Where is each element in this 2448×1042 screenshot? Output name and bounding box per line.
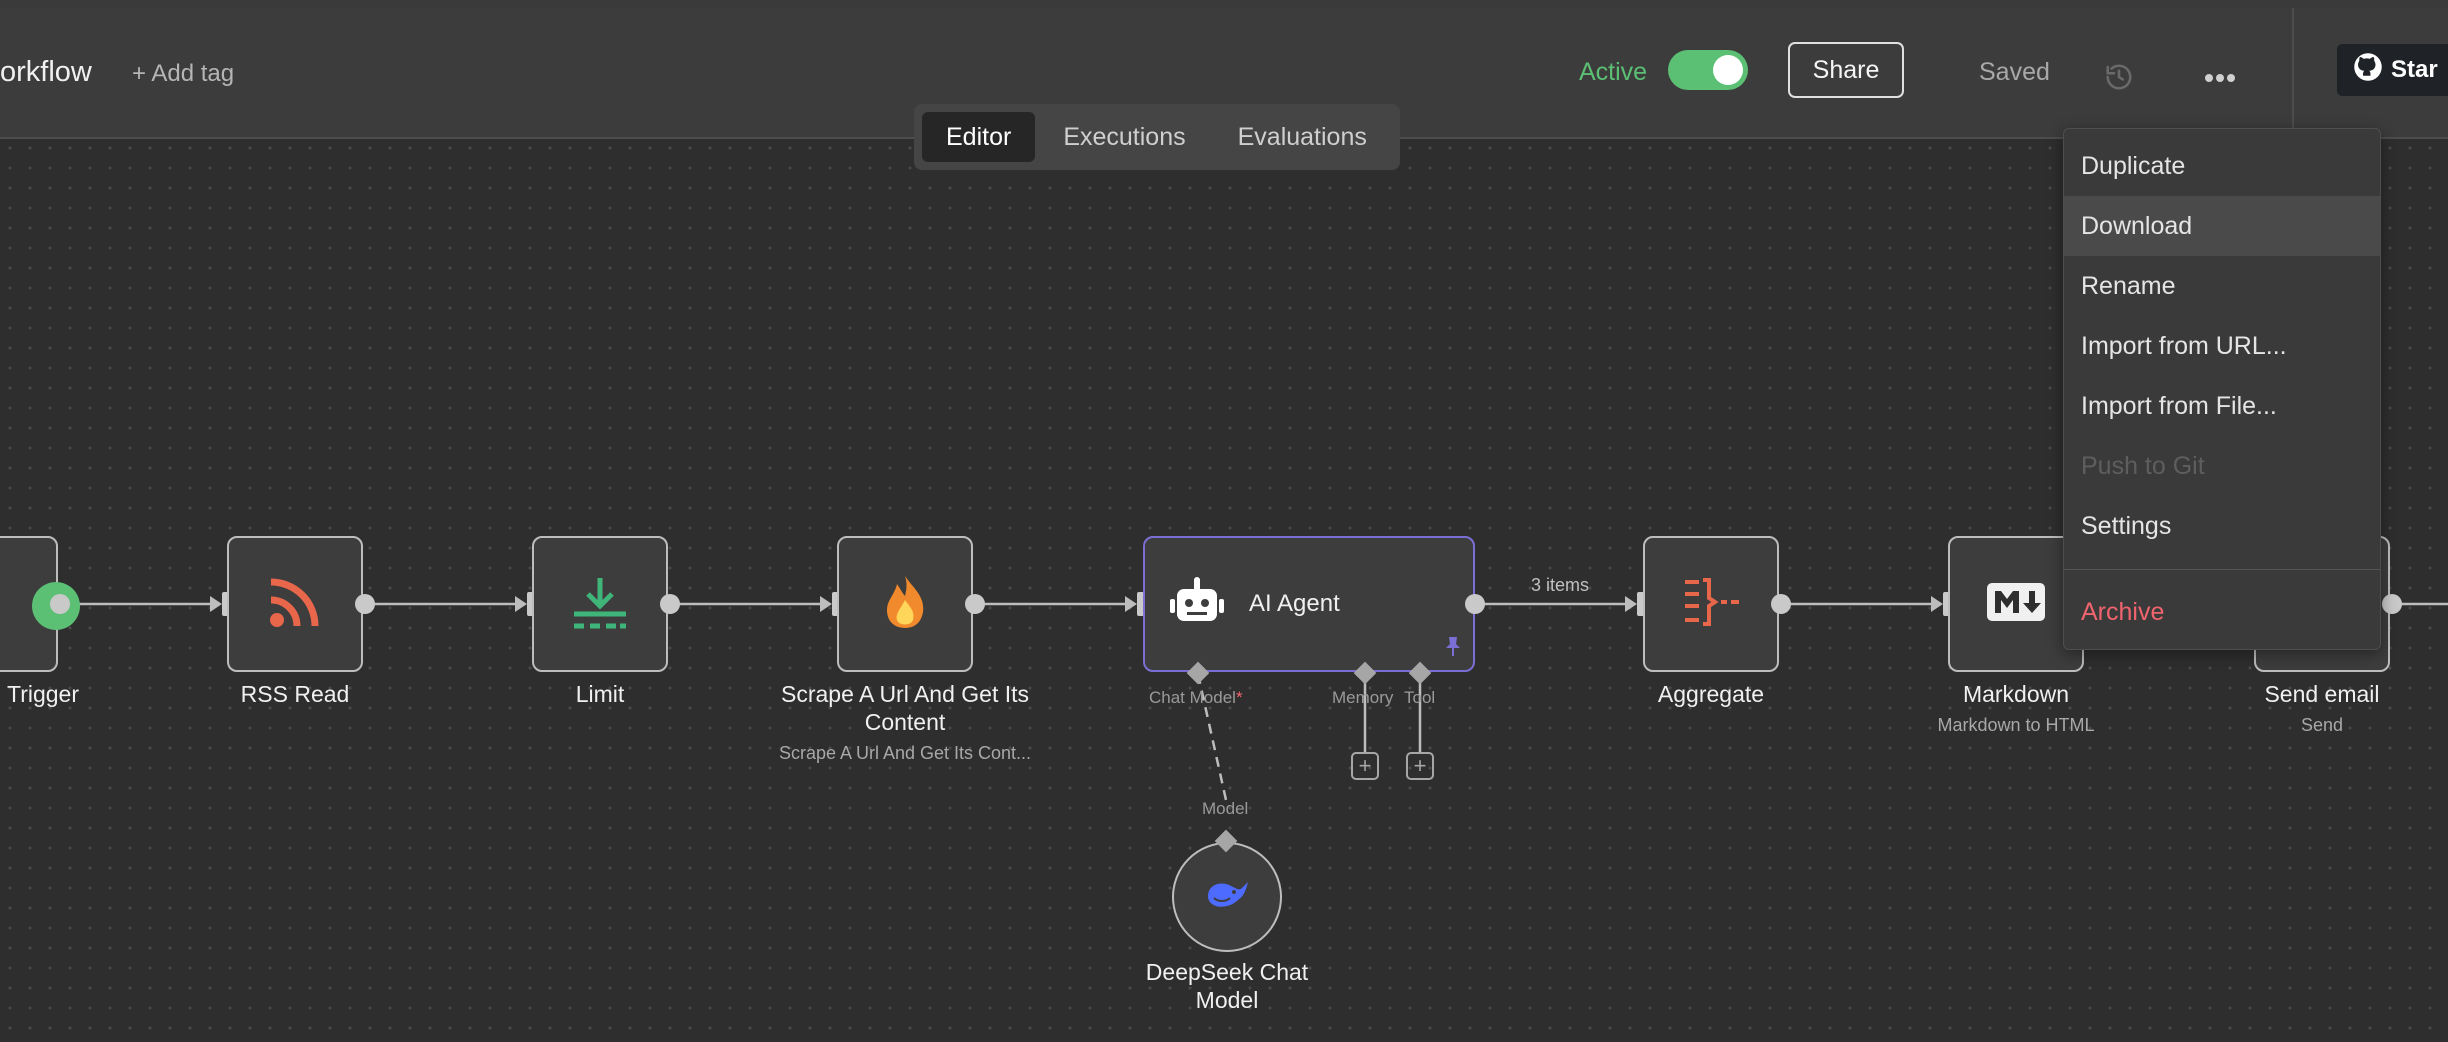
fire-icon <box>883 574 927 635</box>
node-ai-agent[interactable]: AI Agent <box>1143 536 1475 672</box>
github-star-button[interactable]: Star <box>2337 44 2448 96</box>
rss-icon <box>267 574 323 635</box>
node-scrape-label-1: Scrape A Url And Get Its <box>780 681 1029 707</box>
toggle-knob <box>1713 55 1743 85</box>
memory-label: Memory <box>1332 688 1394 707</box>
node-trigger-label: Trigger <box>7 681 79 707</box>
node-markdown-label: Markdown <box>1962 681 2070 707</box>
node-deepseek[interactable] <box>1172 842 1282 952</box>
menu-item-push-to-git: Push to Git <box>2081 451 2205 480</box>
view-tabs: Editor Executions Evaluations <box>914 104 1400 170</box>
node-aggregate[interactable] <box>1643 536 1779 672</box>
robot-icon <box>1169 576 1225 632</box>
tab-editor[interactable]: Editor <box>922 112 1036 162</box>
chat-model-label: Chat Model* <box>1149 688 1243 707</box>
node-scrape-label-2: Content <box>864 709 946 735</box>
add-tag-button[interactable]: + Add tag <box>132 60 234 88</box>
node-send-email-label: Send email <box>2264 681 2380 707</box>
active-toggle[interactable] <box>1668 50 1748 90</box>
tool-label: Tool <box>1404 688 1436 707</box>
node-limit-label: Limit <box>575 681 625 707</box>
deepseek-whale-icon <box>1204 878 1250 917</box>
download-arrow-icon <box>570 574 630 635</box>
menu-item-archive[interactable]: Archive <box>2064 582 2380 642</box>
header-divider <box>2292 8 2294 137</box>
menu-divider <box>2064 569 2380 570</box>
pin-icon[interactable] <box>1443 635 1463 662</box>
menu-item-import-url[interactable]: Import from URL... <box>2064 316 2380 376</box>
more-options-icon[interactable] <box>2204 70 2236 88</box>
node-scrape-subtitle: Scrape A Url And Get Its Cont... <box>778 743 1032 763</box>
markdown-icon <box>1987 582 2045 626</box>
github-star-label: Star <box>2391 56 2438 83</box>
edge-items-count: 3 items <box>1531 575 1590 595</box>
trigger-output-handle[interactable] <box>50 594 70 614</box>
rss-output-handle[interactable] <box>355 594 375 614</box>
required-marker: * <box>1235 688 1243 707</box>
node-ai-agent-label: AI Agent <box>1249 590 1340 617</box>
workflow-name[interactable]: orkflow <box>0 56 92 89</box>
share-button[interactable]: Share <box>1788 42 1904 98</box>
add-tool-button[interactable]: + <box>1406 752 1434 780</box>
workflow-options-menu: Duplicate Download Rename Import from UR… <box>2063 128 2381 650</box>
agent-output-handle[interactable] <box>1465 594 1485 614</box>
model-connector-label: Model <box>1202 799 1249 818</box>
node-deepseek-label-2: Model <box>1195 987 1259 1013</box>
email-output-handle[interactable] <box>2382 594 2402 614</box>
node-aggregate-label: Aggregate <box>1657 681 1765 707</box>
menu-item-import-file[interactable]: Import from File... <box>2064 376 2380 436</box>
saved-status: Saved <box>1979 58 2050 86</box>
menu-item-rename[interactable]: Rename <box>2064 256 2380 316</box>
node-rss-label: RSS Read <box>240 681 350 707</box>
aggregate-output-handle[interactable] <box>1771 594 1791 614</box>
tab-evaluations[interactable]: Evaluations <box>1214 112 1391 162</box>
github-icon <box>2353 52 2383 89</box>
node-send-email-subtitle: Send <box>2300 715 2344 735</box>
active-label: Active <box>1579 58 1648 86</box>
menu-item-duplicate[interactable]: Duplicate <box>2064 136 2380 196</box>
menu-item-download[interactable]: Download <box>2064 196 2380 256</box>
menu-item-settings[interactable]: Settings <box>2064 496 2380 556</box>
node-limit[interactable] <box>532 536 668 672</box>
node-rss-read[interactable] <box>227 536 363 672</box>
node-deepseek-label-1: DeepSeek Chat <box>1145 959 1309 985</box>
aggregate-icon <box>1681 576 1741 633</box>
tab-executions[interactable]: Executions <box>1039 112 1209 162</box>
add-memory-button[interactable]: + <box>1351 752 1379 780</box>
scrape-output-handle[interactable] <box>965 594 985 614</box>
node-markdown-subtitle: Markdown to HTML <box>1937 715 2095 735</box>
history-icon[interactable] <box>2104 62 2134 97</box>
limit-output-handle[interactable] <box>660 594 680 614</box>
node-scrape[interactable] <box>837 536 973 672</box>
